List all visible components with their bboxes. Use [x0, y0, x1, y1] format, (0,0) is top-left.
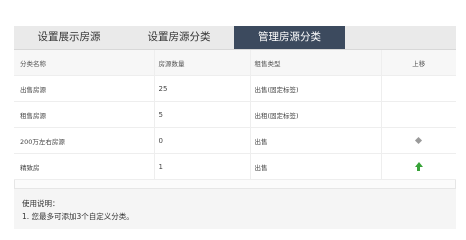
tab-display-listings[interactable]: 设置展示房源	[14, 26, 124, 49]
header-category-name: 分类名称	[14, 50, 155, 76]
usage-note-item: 1. 您最多可添加3个自定义分类。	[22, 212, 134, 221]
category-name: 出售房源	[14, 75, 155, 102]
tab-set-categories[interactable]: 设置房源分类	[124, 26, 234, 49]
page: 设置展示房源 设置房源分类 管理房源分类 分类名称 房源数量 租售类型 上移 出…	[0, 0, 466, 229]
table-header-row: 分类名称 房源数量 租售类型 上移	[14, 50, 456, 76]
rent-sale-type: 出售	[250, 127, 381, 154]
usage-notes-title: 使用说明：	[22, 199, 60, 208]
category-name: 200万左右房源	[14, 127, 155, 154]
header-rent-sale-type: 租售类型	[250, 50, 381, 76]
header-move-up: 上移	[380, 50, 456, 76]
listing-count: 0	[154, 127, 251, 154]
category-table: 分类名称 房源数量 租售类型 上移 出售房源 25 出售(固定标签) 租售房源 …	[14, 50, 456, 180]
rent-sale-type: 出租(固定标签)	[250, 101, 381, 128]
move-cell	[380, 75, 456, 102]
arrow-up-icon[interactable]	[414, 161, 424, 172]
table-row: 200万左右房源 0 出售	[14, 127, 456, 154]
listing-count: 1	[154, 153, 251, 180]
listing-count: 25	[154, 75, 251, 102]
tab-bar: 设置展示房源 设置房源分类 管理房源分类	[14, 26, 456, 50]
listing-count: 5	[154, 101, 251, 128]
category-name: 精致房	[14, 153, 155, 180]
tab-manage-categories[interactable]: 管理房源分类	[234, 26, 345, 49]
move-cell	[380, 153, 456, 180]
usage-notes: 使用说明： 1. 您最多可添加3个自定义分类。	[14, 188, 456, 229]
rent-sale-type: 出售(固定标签)	[250, 75, 381, 102]
category-name: 租售房源	[14, 101, 155, 128]
table-row: 出售房源 25 出售(固定标签)	[14, 75, 456, 102]
diamond-icon[interactable]	[414, 136, 424, 146]
rent-sale-type: 出售	[250, 153, 381, 180]
move-cell	[380, 127, 456, 154]
move-cell	[380, 101, 456, 128]
table-row: 精致房 1 出售	[14, 153, 456, 180]
table-row: 租售房源 5 出租(固定标签)	[14, 101, 456, 128]
header-listing-count: 房源数量	[154, 50, 251, 76]
